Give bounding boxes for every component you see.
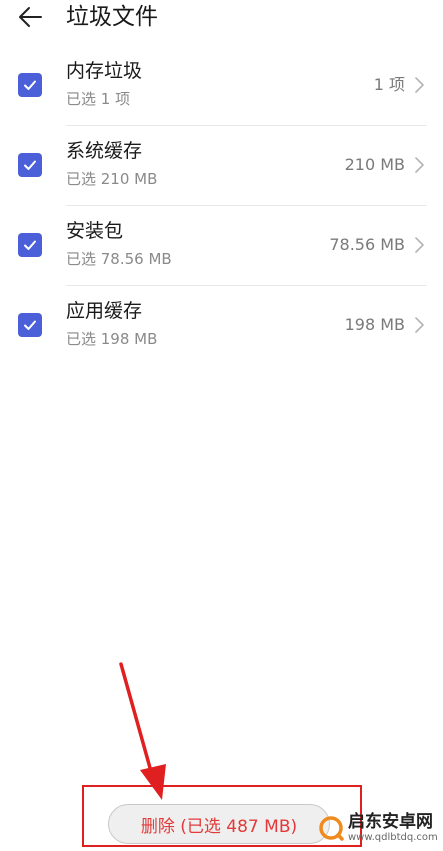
list-item-install-packages[interactable]: 安装包 已选 78.56 MB 78.56 MB: [0, 206, 443, 286]
watermark-url: www.qdlbtdq.com: [348, 832, 438, 843]
checkbox-app-cache[interactable]: [18, 313, 42, 337]
watermark-logo-icon: [319, 816, 344, 841]
list-item-system-cache[interactable]: 系统缓存 已选 210 MB 210 MB: [0, 126, 443, 206]
chevron-right-icon: [415, 77, 424, 93]
check-icon: [24, 240, 36, 250]
list-item-app-cache[interactable]: 应用缓存 已选 198 MB 198 MB: [0, 286, 443, 366]
item-title: 应用缓存: [66, 300, 143, 322]
item-title: 安装包: [66, 220, 124, 242]
item-value: 1 项: [373, 75, 405, 94]
item-title: 内存垃圾: [66, 60, 143, 82]
junk-file-list: 内存垃圾 已选 1 项 1 项 系统缓存 已选 210 MB 210 MB 安装…: [0, 46, 443, 366]
item-value: 210 MB: [344, 155, 405, 174]
check-icon: [24, 160, 36, 170]
chevron-right-icon: [415, 237, 424, 253]
list-item-memory-junk[interactable]: 内存垃圾 已选 1 项 1 项: [0, 46, 443, 126]
item-subtitle: 已选 210 MB: [66, 170, 158, 188]
watermark-name: 启东安卓网: [348, 812, 433, 832]
item-subtitle: 已选 1 项: [66, 90, 131, 108]
checkbox-memory-junk[interactable]: [18, 73, 42, 97]
item-value: 198 MB: [344, 315, 405, 334]
check-icon: [24, 80, 36, 90]
checkbox-install-packages[interactable]: [18, 233, 42, 257]
header-bar: 垃圾文件: [0, 0, 443, 36]
back-arrow-icon: [19, 7, 42, 27]
delete-button[interactable]: 删除 (已选 487 MB): [108, 804, 330, 844]
item-value: 78.56 MB: [329, 235, 405, 254]
watermark: 启东安卓网 www.qdlbtdq.com: [318, 808, 438, 848]
back-button[interactable]: [16, 4, 44, 30]
item-subtitle: 已选 78.56 MB: [66, 250, 172, 268]
item-subtitle: 已选 198 MB: [66, 330, 158, 348]
page-title: 垃圾文件: [66, 4, 158, 30]
chevron-right-icon: [415, 317, 424, 333]
chevron-right-icon: [415, 157, 424, 173]
check-icon: [24, 320, 36, 330]
item-title: 系统缓存: [66, 140, 143, 162]
checkbox-system-cache[interactable]: [18, 153, 42, 177]
